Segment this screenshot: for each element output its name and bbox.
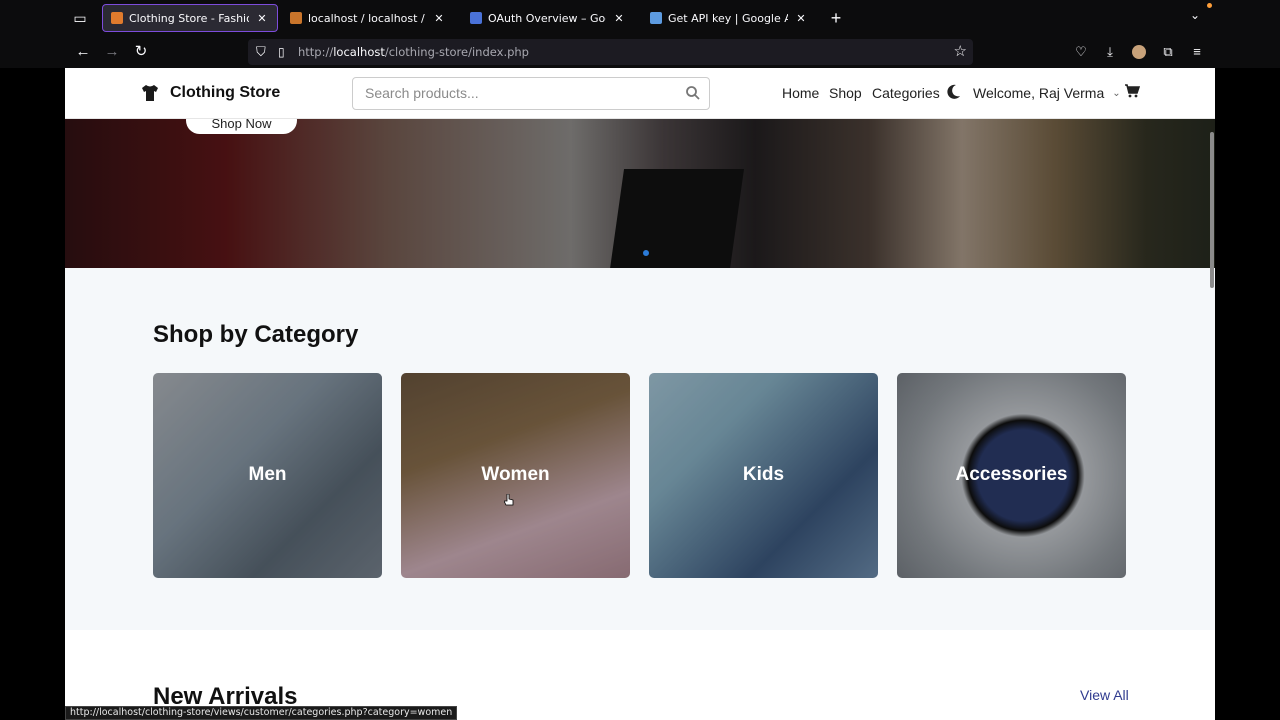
- category-label: Men: [248, 464, 287, 485]
- close-icon[interactable]: ✕: [794, 12, 808, 25]
- user-menu[interactable]: Welcome, Raj Verma ⌄: [973, 85, 1121, 101]
- cart-icon[interactable]: [1124, 83, 1140, 99]
- browser-nav-bar: ← → ↻ ⛉ ▯ http://localhost/clothing-stor…: [0, 36, 1280, 68]
- url-bar[interactable]: ⛉ ▯ http://localhost/clothing-store/inde…: [248, 39, 973, 65]
- page-viewport: Clothing Store Home Shop Categories Welc…: [65, 68, 1215, 720]
- section-title: Shop by Category: [153, 321, 359, 348]
- download-icon[interactable]: ⤓: [1100, 42, 1120, 62]
- tab-title: localhost / localhost / clothing_: [308, 11, 426, 25]
- close-icon[interactable]: ✕: [612, 12, 626, 25]
- shop-now-button[interactable]: Shop Now: [186, 119, 297, 134]
- reload-icon[interactable]: ↻: [131, 42, 151, 62]
- search-icon[interactable]: [685, 85, 701, 101]
- hand-cursor-icon: [504, 494, 514, 506]
- brand[interactable]: Clothing Store: [140, 83, 280, 103]
- tab-list-icon[interactable]: ▭: [70, 8, 90, 28]
- favicon-icon: [470, 12, 482, 24]
- tab-ai-studio[interactable]: Get API key | Google AI Studio ✕: [642, 4, 816, 32]
- category-label: Women: [481, 464, 550, 485]
- nav-shop[interactable]: Shop: [829, 85, 862, 101]
- menu-icon[interactable]: ≡: [1187, 42, 1207, 62]
- tab-title: OAuth Overview – Google Auth: [488, 11, 606, 25]
- site-header: Clothing Store Home Shop Categories Welc…: [65, 68, 1215, 119]
- tab-clothing-store[interactable]: Clothing Store - Fashion & Lifes ✕: [102, 4, 278, 32]
- shop-by-category-section: Shop by Category Men Women Kids Accessor…: [65, 268, 1215, 630]
- hero-carousel: Shop Now: [65, 119, 1215, 268]
- tab-title: Clothing Store - Fashion & Lifes: [129, 11, 249, 25]
- tshirt-icon: [142, 85, 158, 101]
- view-all-link[interactable]: View All: [1080, 687, 1129, 703]
- welcome-text: Welcome, Raj Verma: [973, 85, 1105, 101]
- carousel-indicator[interactable]: [643, 250, 649, 256]
- tab-phpmyadmin[interactable]: localhost / localhost / clothing_ ✕: [282, 4, 454, 32]
- favicon-icon: [290, 12, 302, 24]
- category-card-men[interactable]: Men: [153, 373, 382, 578]
- notification-dot: [1207, 3, 1212, 8]
- pocket-icon[interactable]: ♡: [1071, 42, 1091, 62]
- close-icon[interactable]: ✕: [255, 12, 269, 25]
- back-icon[interactable]: ←: [73, 42, 93, 62]
- page-scrollbar[interactable]: [1210, 132, 1214, 288]
- url-prefix: http://: [298, 45, 334, 59]
- bookmark-star-icon[interactable]: ☆: [954, 42, 967, 60]
- forward-icon[interactable]: →: [102, 42, 122, 62]
- favicon-icon: [650, 12, 662, 24]
- chevron-down-icon[interactable]: ⌄: [1190, 8, 1200, 22]
- search-box: [352, 77, 710, 110]
- shield-icon[interactable]: ⛉: [256, 44, 270, 60]
- url-host: localhost: [333, 45, 385, 59]
- brand-name: Clothing Store: [170, 84, 281, 101]
- url-path: /clothing-store/index.php: [384, 45, 529, 59]
- nav-categories[interactable]: Categories: [872, 85, 940, 101]
- browser-tab-bar: ▭ Clothing Store - Fashion & Lifes ✕ loc…: [0, 0, 1280, 36]
- hero-overlay: [65, 119, 1215, 268]
- profile-avatar-icon[interactable]: [1129, 42, 1149, 62]
- category-label: Accessories: [955, 464, 1068, 485]
- moon-icon[interactable]: [947, 84, 961, 100]
- category-card-accessories[interactable]: Accessories: [897, 373, 1126, 578]
- chevron-down-icon: ⌄: [1112, 87, 1121, 99]
- close-icon[interactable]: ✕: [432, 12, 446, 25]
- status-bar-url: http://localhost/clothing-store/views/cu…: [65, 706, 458, 720]
- url-text[interactable]: http://localhost/clothing-store/index.ph…: [298, 44, 529, 60]
- category-card-women[interactable]: Women: [401, 373, 630, 578]
- favicon-icon: [111, 12, 123, 24]
- new-tab-icon[interactable]: +: [826, 8, 846, 28]
- tab-title: Get API key | Google AI Studio: [668, 11, 788, 25]
- page-icon: ▯: [278, 45, 285, 59]
- category-label: Kids: [742, 464, 785, 485]
- nav-home[interactable]: Home: [782, 85, 819, 101]
- extensions-icon[interactable]: ⧉: [1158, 42, 1178, 62]
- category-card-kids[interactable]: Kids: [649, 373, 878, 578]
- search-input[interactable]: [365, 85, 665, 101]
- tab-oauth-overview[interactable]: OAuth Overview – Google Auth ✕: [462, 4, 634, 32]
